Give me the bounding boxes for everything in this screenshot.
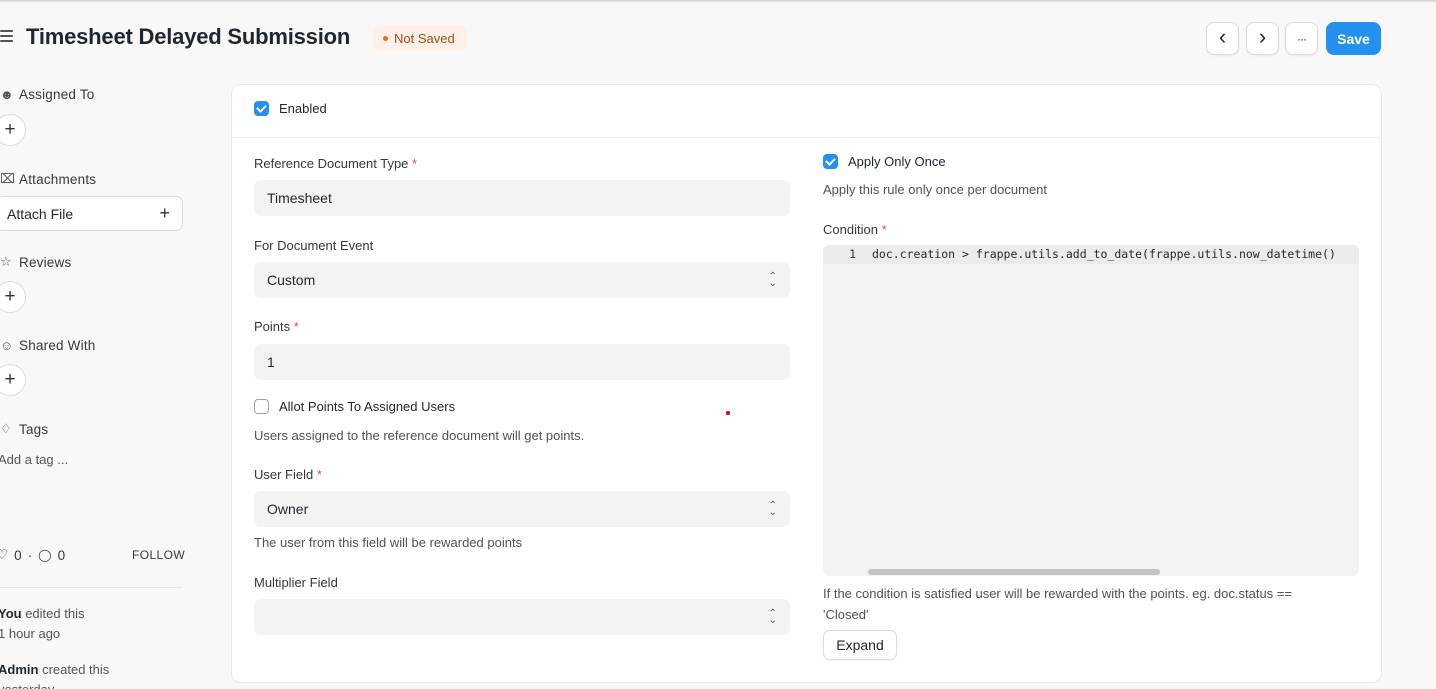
allot-points-row[interactable]: Allot Points To Assigned Users <box>254 399 455 414</box>
sidebar-divider <box>0 587 182 588</box>
star-icon: ☆ <box>0 254 12 269</box>
plus-icon: + <box>4 369 16 390</box>
user-field-select[interactable]: Owner ⌃ ⌄ <box>254 491 790 527</box>
user-add-icon: ☻ <box>0 87 14 102</box>
multiplier-field-select[interactable]: ⌃ ⌄ <box>254 599 790 635</box>
points-input[interactable]: 1 <box>254 344 790 380</box>
separator-dot: · <box>27 547 33 563</box>
top-shadow <box>0 0 1436 3</box>
chevron-left-icon: ‹ <box>1218 24 1227 49</box>
code-line: 1 doc.creation > frappe.utils.add_to_date… <box>823 245 1359 264</box>
multiplier-field-label: Multiplier Field <box>254 575 338 590</box>
attach-file-label: Attach File <box>7 205 74 222</box>
apply-once-label: Apply Only Once <box>848 154 946 169</box>
plus-icon: + <box>4 286 16 307</box>
cursor-marker <box>726 411 730 415</box>
assigned-to-label: ☻ Assigned To <box>0 87 95 102</box>
prev-button[interactable]: ‹ <box>1206 22 1239 55</box>
enabled-checkbox[interactable] <box>254 101 269 116</box>
code-text: doc.creation > frappe.utils.add_to_date(… <box>872 247 1336 261</box>
condition-code-editor[interactable]: 1 doc.creation > frappe.utils.add_to_date… <box>823 245 1359 576</box>
apply-once-checkbox[interactable] <box>823 154 838 169</box>
reviews-label: ☆ Reviews <box>0 254 72 270</box>
condition-label: Condition * <box>823 222 887 237</box>
more-button[interactable]: ··· <box>1285 22 1318 55</box>
likes-count: 0 <box>14 547 22 563</box>
more-icon: ··· <box>1297 31 1307 46</box>
doc-event-label: For Document Event <box>254 238 374 253</box>
allot-points-checkbox[interactable] <box>254 399 269 414</box>
users-icon: ☺ <box>0 338 14 353</box>
user-field-description: The user from this field will be rewarde… <box>254 535 523 550</box>
enabled-checkbox-row[interactable]: Enabled <box>254 101 327 116</box>
plus-icon: + <box>4 119 16 140</box>
activity-item: You edited this 1 hour ago <box>0 606 85 641</box>
status-badge: Not Saved <box>373 25 467 51</box>
apply-once-description: Apply this rule only once per document <box>823 182 1048 197</box>
form-card: Enabled Reference Document Type * Timesh… <box>231 84 1382 683</box>
tags-label: ♢ Tags <box>0 421 49 437</box>
comments-count: 0 <box>57 547 66 563</box>
condition-description: If the condition is satisfied user will … <box>823 586 1292 622</box>
page-title: Timesheet Delayed Submission <box>26 24 351 49</box>
paperclip-icon: ⌧ <box>0 171 16 186</box>
shared-with-label: ☺ Shared With <box>0 338 96 353</box>
heart-icon[interactable]: ♡ <box>0 547 8 563</box>
line-number: 1 <box>849 247 856 261</box>
tag-icon: ♢ <box>0 421 12 436</box>
points-label: Points * <box>254 319 299 334</box>
enabled-label: Enabled <box>279 101 327 116</box>
expand-button[interactable]: Expand <box>823 630 897 660</box>
follow-button[interactable]: FOLLOW <box>132 548 185 562</box>
hamburger-icon[interactable] <box>0 30 14 44</box>
select-arrows-icon: ⌃ ⌄ <box>768 500 777 518</box>
likes-comments: ♡ 0 · ◯ 0 <box>0 547 65 563</box>
save-button[interactable]: Save <box>1326 22 1381 55</box>
allot-points-label: Allot Points To Assigned Users <box>279 399 456 414</box>
section-divider <box>232 137 1381 138</box>
apply-once-row[interactable]: Apply Only Once <box>823 154 946 169</box>
reference-doctype-label: Reference Document Type * <box>254 156 418 171</box>
add-share-button[interactable]: + <box>0 364 26 396</box>
doc-event-select[interactable]: Custom ⌃ ⌄ <box>254 262 790 298</box>
attach-file-button[interactable]: Attach File + <box>0 196 183 231</box>
add-assignee-button[interactable]: + <box>0 114 26 146</box>
comment-icon[interactable]: ◯ <box>38 548 51 562</box>
status-text: Not Saved <box>394 30 455 46</box>
reference-doctype-input[interactable]: Timesheet <box>254 180 790 216</box>
select-arrows-icon: ⌃ ⌄ <box>768 608 777 626</box>
select-arrows-icon: ⌃ ⌄ <box>768 271 777 289</box>
add-tag-link[interactable]: Add a tag ... <box>0 452 68 467</box>
user-field-label: User Field * <box>254 467 322 482</box>
attachments-label: ⌧ Attachments <box>0 171 97 187</box>
add-review-button[interactable]: + <box>0 281 26 313</box>
allot-points-description: Users assigned to the reference document… <box>254 428 585 443</box>
next-button[interactable]: › <box>1246 22 1279 55</box>
horizontal-scrollbar[interactable] <box>868 569 1160 575</box>
chevron-right-icon: › <box>1258 24 1267 49</box>
plus-icon: + <box>159 203 170 223</box>
status-dot-icon <box>383 35 388 41</box>
activity-item: Admin created this yesterday <box>0 662 110 689</box>
